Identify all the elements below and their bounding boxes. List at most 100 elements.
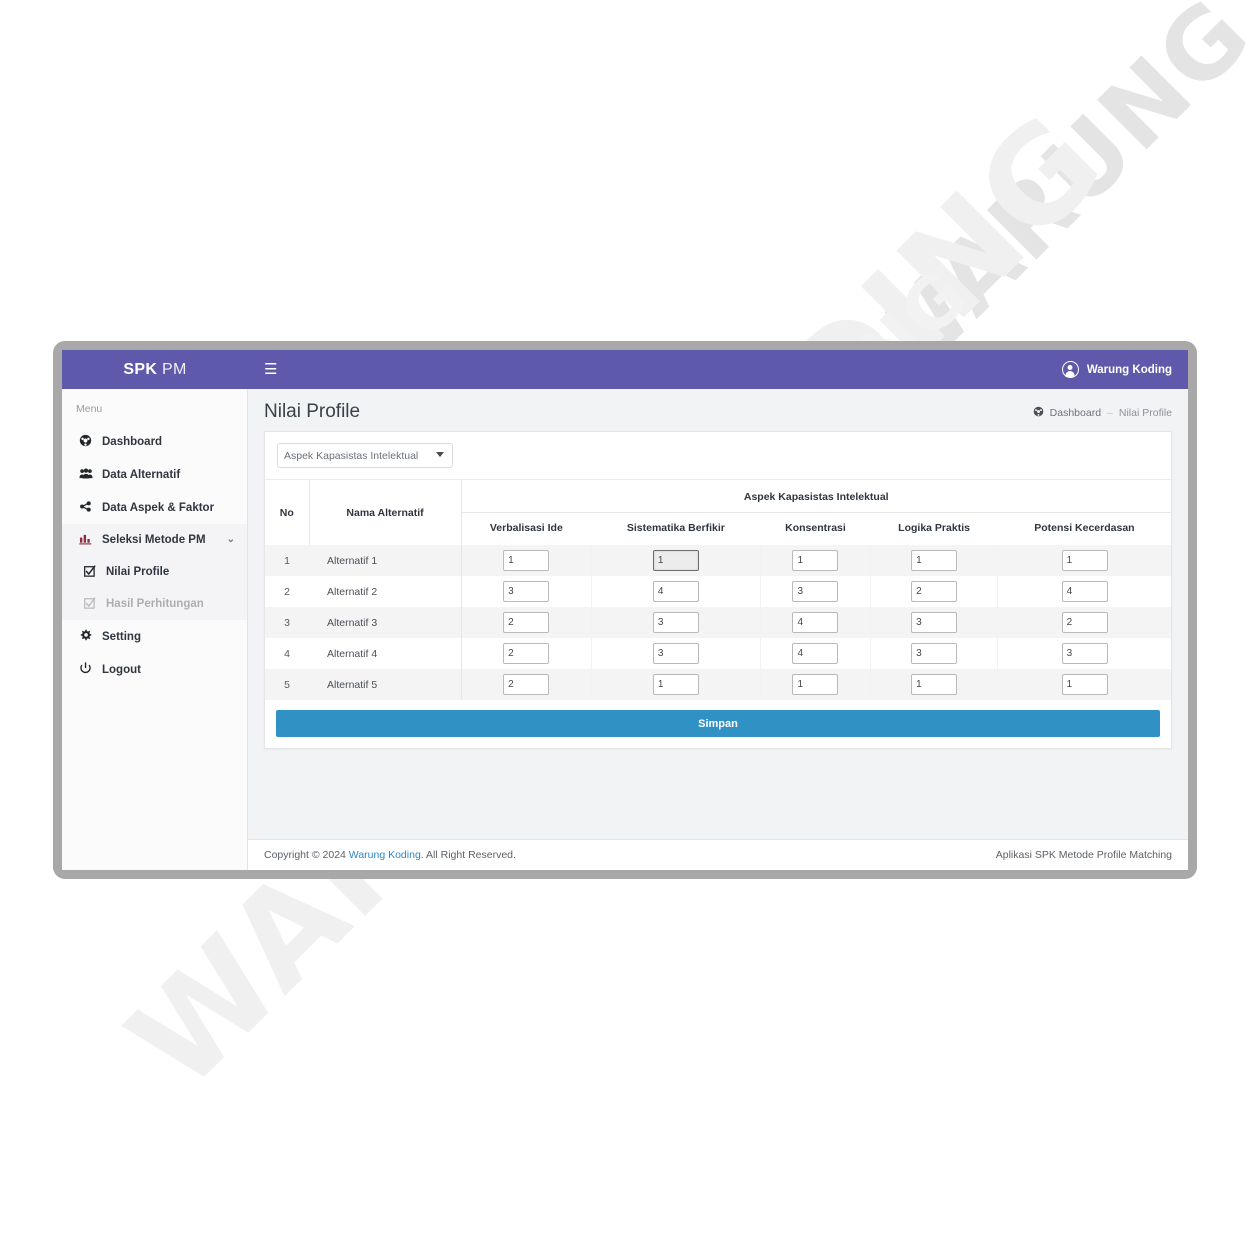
bar-chart-icon [78, 533, 93, 547]
cell-no: 2 [284, 585, 290, 598]
cell-nilai [760, 576, 871, 607]
table-row: 5 Alternatif 5 [265, 669, 1171, 700]
nilai-input-r5-c4[interactable] [911, 674, 958, 695]
col-header-verbalisasi-ide: Verbalisasi Ide [489, 522, 563, 534]
nilai-input-r5-c3[interactable] [792, 674, 839, 695]
col-header-potensi-kecerdasan: Potensi Kecerdasan [1034, 522, 1135, 534]
footer: Copyright © 2024 Warung Koding. All Righ… [248, 839, 1188, 870]
sidebar: Menu Dashboard Data Alternatif Data Aspe… [62, 389, 248, 870]
nilai-input-r3-c1[interactable] [503, 612, 550, 633]
sidebar-item-data-aspek-faktor[interactable]: Data Aspek & Faktor [62, 491, 247, 524]
footer-brand-link[interactable]: Warung Koding [349, 849, 421, 861]
nilai-input-r2-c1[interactable] [503, 581, 550, 602]
footer-copyright-prefix: Copyright © 2024 [264, 849, 349, 861]
sidebar-item-label: Dashboard [102, 435, 163, 448]
cell-nilai [760, 545, 871, 576]
nilai-input-r5-c5[interactable] [1061, 674, 1108, 695]
sidebar-item-label: Nilai Profile [106, 566, 170, 578]
page-header: Nilai Profile Dashboard – Nilai Profile [248, 389, 1188, 431]
cell-nilai [591, 545, 762, 576]
user-menu[interactable]: Warung Koding [1061, 361, 1172, 378]
brand-bold-text: SPK [123, 360, 158, 378]
nilai-input-r1-c5[interactable] [1061, 550, 1108, 571]
cell-nama-alternatif: Alternatif 3 [309, 607, 462, 638]
top-navbar: SPK PM ☰ Warung Koding [62, 350, 1188, 389]
nilai-input-r2-c4[interactable] [911, 581, 958, 602]
cell-nilai [760, 607, 871, 638]
cell-nilai [760, 669, 871, 700]
cell-no: 3 [284, 616, 290, 629]
cell-nama-alternatif: Alternatif 4 [309, 638, 462, 669]
nilai-input-r4-c5[interactable] [1061, 643, 1108, 664]
footer-app-name: Aplikasi SPK Metode Profile Matching [995, 849, 1172, 861]
nilai-input-r1-c4[interactable] [911, 550, 958, 571]
cell-nilai [870, 607, 999, 638]
nilai-input-r1-c3[interactable] [792, 550, 839, 571]
nilai-profile-table: No Nama Alternatif Aspek Kapasistas Inte… [265, 480, 1171, 700]
sidebar-item-data-alternatif[interactable]: Data Alternatif [62, 458, 247, 491]
sidebar-item-label: Logout [102, 663, 141, 676]
cell-nilai [760, 638, 871, 669]
checkbox-checked-icon [82, 597, 97, 611]
nilai-input-r5-c1[interactable] [503, 674, 550, 695]
checkbox-checked-icon [82, 565, 97, 579]
hamburger-icon[interactable]: ☰ [258, 358, 283, 381]
browser-window-frame: SPK PM ☰ Warung Koding Menu Dashboard Da… [53, 341, 1197, 879]
nilai-input-r1-c1[interactable] [503, 550, 550, 571]
sitemap-icon [78, 500, 93, 515]
cell-nilai [461, 669, 592, 700]
sidebar-item-hasil-perhitungan[interactable]: Hasil Perhitungan [62, 588, 247, 620]
cell-nama-alternatif: Alternatif 1 [309, 545, 462, 576]
sidebar-group-seleksi-metode-pm: Seleksi Metode PM ⌄ Nilai Profile Hasil … [62, 524, 247, 620]
cell-nama-alternatif: Alternatif 2 [309, 576, 462, 607]
table-body: 1Alternatif 12Alternatif 23Alternatif 34… [265, 545, 1171, 700]
cell-no: 5 [284, 678, 290, 691]
sidebar-item-label: Data Alternatif [102, 468, 181, 481]
nilai-input-r1-c2[interactable] [652, 550, 699, 571]
dashboard-icon [78, 434, 93, 449]
user-name-label: Warung Koding [1086, 363, 1172, 376]
nilai-input-r5-c2[interactable] [652, 674, 699, 695]
sidebar-item-dashboard[interactable]: Dashboard [62, 425, 247, 458]
table-row: 2 Alternatif 2 [265, 576, 1171, 607]
aspect-select-wrapper: Aspek Kapasistas Intelektual [277, 443, 453, 468]
sidebar-item-setting[interactable]: Setting [62, 620, 247, 653]
power-icon [78, 662, 93, 677]
dashboard-icon [1033, 406, 1044, 420]
chevron-down-icon[interactable]: ⌄ [227, 535, 235, 545]
cell-nilai [998, 607, 1171, 638]
nilai-input-r4-c3[interactable] [792, 643, 839, 664]
page-title: Nilai Profile [264, 401, 361, 422]
body-split: Menu Dashboard Data Alternatif Data Aspe… [62, 389, 1188, 870]
nilai-input-r4-c4[interactable] [911, 643, 958, 664]
table-row: 4 Alternatif 4 [265, 638, 1171, 669]
breadcrumb-current: Nilai Profile [1118, 407, 1172, 419]
sidebar-heading: Menu [76, 403, 103, 415]
cell-nilai [870, 638, 999, 669]
sidebar-item-label: Seleksi Metode PM [102, 534, 206, 546]
nilai-input-r3-c3[interactable] [792, 612, 839, 633]
nilai-profile-card: Aspek Kapasistas Intelektual No Nama Alt… [264, 431, 1172, 749]
nilai-input-r2-c5[interactable] [1061, 581, 1108, 602]
sidebar-item-label: Setting [102, 630, 141, 643]
nilai-input-r3-c2[interactable] [652, 612, 699, 633]
col-header-no: No [265, 480, 310, 545]
cell-nilai [461, 545, 592, 576]
cell-nilai [461, 576, 592, 607]
sidebar-item-seleksi-metode-pm[interactable]: Seleksi Metode PM ⌄ [62, 524, 247, 556]
nilai-input-r4-c2[interactable] [652, 643, 699, 664]
nilai-input-r4-c1[interactable] [503, 643, 550, 664]
save-button[interactable]: Simpan [276, 710, 1160, 737]
app-logo[interactable]: SPK PM [62, 361, 248, 379]
nilai-input-r3-c5[interactable] [1061, 612, 1108, 633]
nilai-input-r3-c4[interactable] [911, 612, 958, 633]
breadcrumb-home-link[interactable]: Dashboard [1050, 407, 1101, 419]
sidebar-item-logout[interactable]: Logout [62, 653, 247, 686]
aspect-select[interactable]: Aspek Kapasistas Intelektual [277, 443, 453, 468]
nilai-input-r2-c2[interactable] [652, 581, 699, 602]
nilai-input-r2-c3[interactable] [792, 581, 839, 602]
sidebar-item-nilai-profile[interactable]: Nilai Profile [62, 556, 247, 588]
cell-nilai [870, 669, 999, 700]
cell-nilai [461, 638, 592, 669]
content-area: Nilai Profile Dashboard – Nilai Profile … [248, 389, 1188, 870]
